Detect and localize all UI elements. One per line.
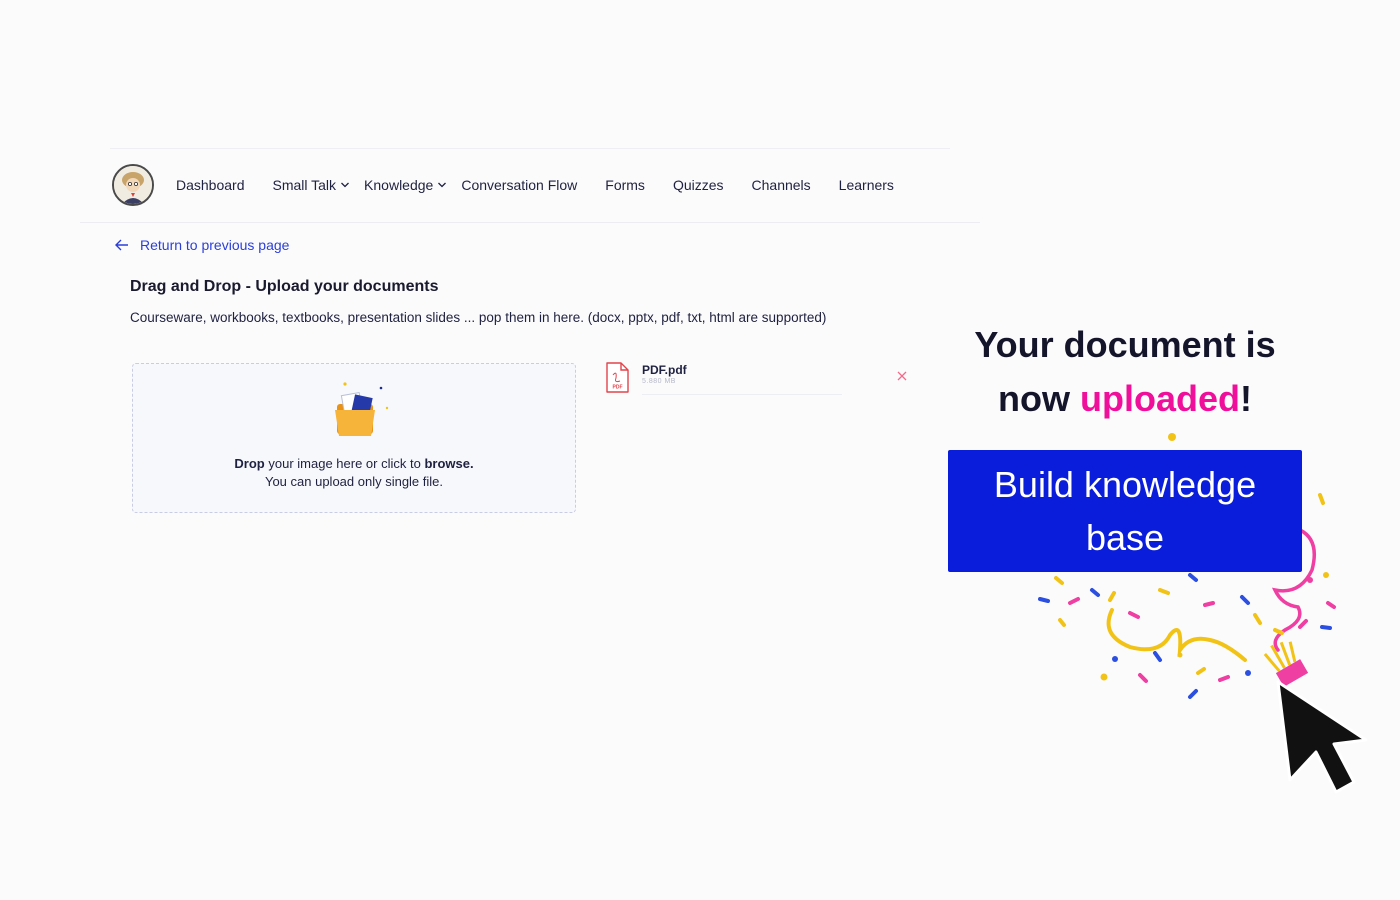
page-title: Drag and Drop - Upload your documents <box>130 278 439 295</box>
build-knowledge-base-button[interactable]: Build knowledge base <box>948 450 1302 572</box>
page: Dashboard Small Talk Knowledge Conversat… <box>0 0 1400 900</box>
upload-success-headline: Your document is now uploaded! <box>935 318 1315 426</box>
browse-link[interactable]: browse. <box>424 456 473 471</box>
headline-line1: Your document is <box>974 324 1276 365</box>
folder-upload-icon <box>335 382 389 436</box>
divider <box>642 394 842 395</box>
nav-label: Forms <box>605 177 645 193</box>
file-name: PDF.pdf <box>642 363 687 377</box>
return-link[interactable]: Return to previous page <box>114 237 289 253</box>
close-icon[interactable] <box>896 370 908 382</box>
nav-dashboard[interactable]: Dashboard <box>176 177 245 193</box>
nav-forms[interactable]: Forms <box>605 177 645 193</box>
nav-conversation-flow[interactable]: Conversation Flow <box>461 177 577 193</box>
arrow-left-icon <box>115 239 128 251</box>
nav-label: Learners <box>838 177 894 193</box>
chevron-down-icon <box>341 182 350 188</box>
chevron-down-icon <box>438 182 447 188</box>
nav-label: Dashboard <box>176 177 245 193</box>
nav-label: Channels <box>751 177 811 193</box>
nav-label: Knowledge <box>364 177 434 193</box>
nav-learners[interactable]: Learners <box>839 177 894 193</box>
mouse-cursor-icon <box>1276 680 1368 794</box>
svg-text:PDF: PDF <box>613 385 623 391</box>
nav-small-talk[interactable]: Small Talk <box>273 177 351 193</box>
headline-line2: now uploaded! <box>998 378 1252 419</box>
page-description: Courseware, workbooks, textbooks, presen… <box>130 310 827 325</box>
nav-knowledge[interactable]: Knowledge <box>364 177 447 193</box>
cta-label-line1: Build knowledge <box>993 464 1257 505</box>
nav-label: Quizzes <box>672 177 724 193</box>
file-size: 5.880 MB <box>642 378 676 385</box>
file-dropzone[interactable]: Drop your image here or click to browse.… <box>132 363 576 513</box>
avatar[interactable] <box>112 164 154 206</box>
nav-channels[interactable]: Channels <box>752 177 811 193</box>
dropzone-instructions: Drop your image here or click to browse. <box>234 456 474 471</box>
dropzone-note: You can upload only single file. <box>264 474 444 489</box>
pdf-file-icon: PDF <box>606 362 629 393</box>
nav-quizzes[interactable]: Quizzes <box>673 177 724 193</box>
return-link-label: Return to previous page <box>140 237 290 253</box>
cta-label-line2: base <box>1085 517 1165 558</box>
uploaded-file-item: PDF PDF.pdf 5.880 MB <box>604 360 910 400</box>
nav-label: Conversation Flow <box>461 177 578 193</box>
divider <box>110 148 950 149</box>
nav-label: Small Talk <box>272 177 337 193</box>
top-nav: Dashboard Small Talk Knowledge Conversat… <box>112 162 922 208</box>
divider <box>80 222 980 223</box>
